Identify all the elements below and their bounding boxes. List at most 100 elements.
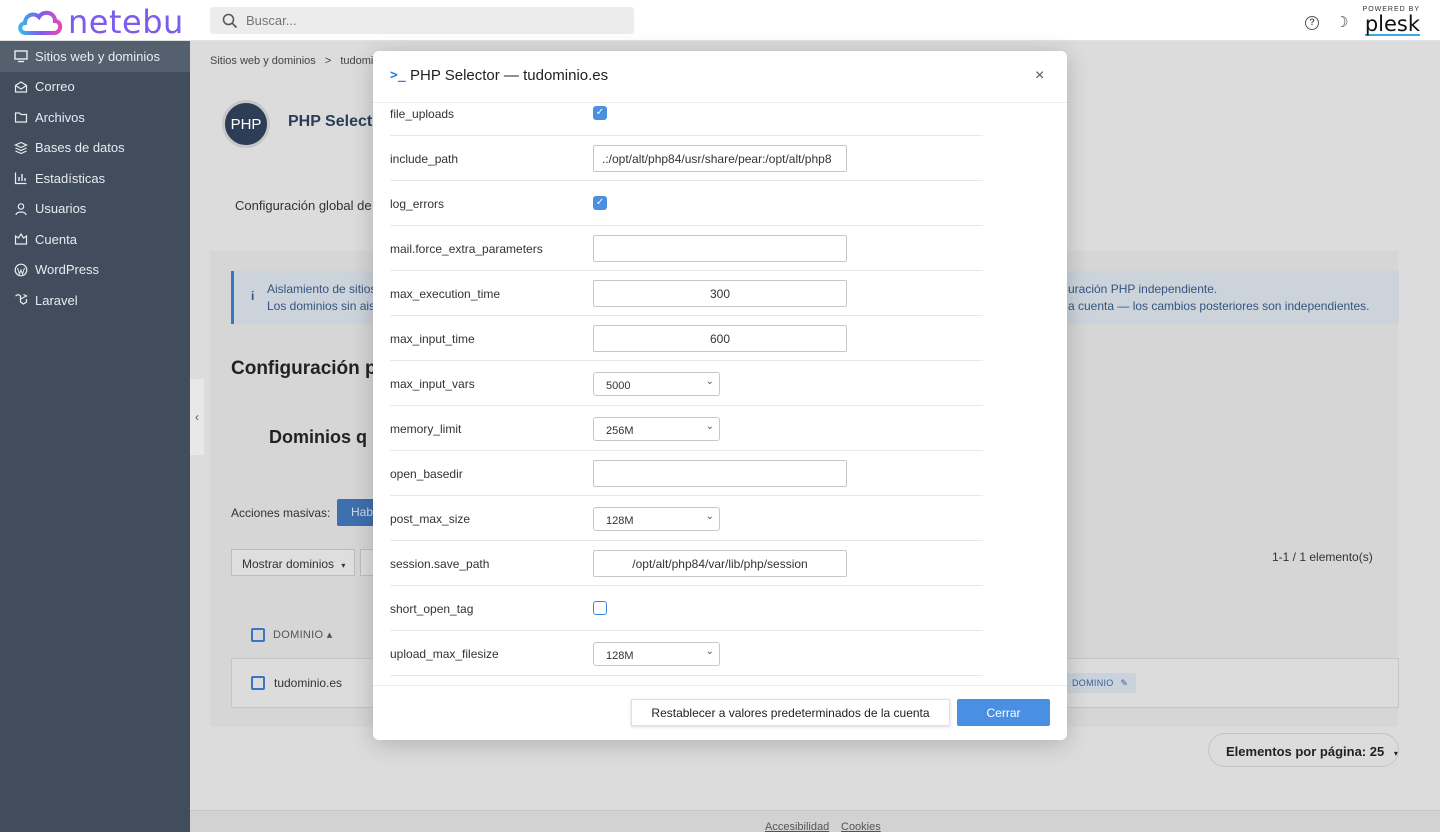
row-checkbox[interactable] — [251, 676, 265, 690]
alert-text: a cuenta — los cambios posteriores son i… — [1068, 299, 1370, 313]
close-button[interactable]: Cerrar — [957, 699, 1050, 726]
option-row-memory-limit: memory_limit 256M ⌄ — [390, 406, 983, 451]
option-label: max_execution_time — [390, 286, 501, 301]
filter-button[interactable] — [360, 549, 374, 576]
section-subtitle: Dominios q — [269, 427, 367, 447]
show-domains-label: Mostrar dominios — [242, 557, 335, 571]
domain-link[interactable]: DOMINIO ✎ — [1066, 673, 1137, 693]
max-execution-time-input[interactable]: 300 — [593, 280, 847, 307]
column-header-domain[interactable]: DOMINIO ▴ — [273, 628, 333, 641]
search-input[interactable] — [246, 13, 606, 28]
option-row-mail-force-extra-parameters: mail.force_extra_parameters — [390, 226, 983, 271]
option-label: session.save_path — [390, 556, 490, 571]
items-count: 1-1 / 1 elemento(s) — [1272, 550, 1373, 564]
sidebar-item-label: Bases de datos — [35, 140, 125, 156]
sidebar: Sitios web y dominios Correo Archivos Ba… — [0, 41, 190, 832]
alert-text: uración PHP independiente. — [1068, 282, 1218, 296]
mass-actions-label: Acciones masivas: — [231, 506, 331, 520]
chevron-down-icon: ⌄ — [705, 376, 714, 387]
monitor-icon — [14, 49, 28, 63]
alert-text: Los dominios sin aisl — [267, 299, 378, 313]
sidebar-item-label: Archivos — [35, 109, 85, 125]
plesk-logo: POWERED BY plesk — [1362, 6, 1420, 36]
chevron-down-icon: ▾ — [341, 561, 346, 570]
brand-logo[interactable]: netebu — [16, 6, 184, 38]
sidebar-item-users[interactable]: Usuarios — [0, 194, 190, 225]
sidebar-item-label: Laravel — [35, 292, 78, 308]
sidebar-item-databases[interactable]: Bases de datos — [0, 133, 190, 164]
chevron-left-icon: ‹ — [195, 410, 199, 424]
file-uploads-checkbox[interactable]: ✓ — [593, 106, 607, 120]
select-all-checkbox[interactable] — [251, 628, 265, 642]
mail-icon — [14, 80, 28, 94]
sidebar-item-label: Correo — [35, 79, 75, 95]
include-path-input[interactable]: .:/opt/alt/php84/usr/share/pear:/opt/alt… — [593, 145, 847, 172]
option-row-max-execution-time: max_execution_time 300 — [390, 271, 983, 316]
sidebar-item-label: Cuenta — [35, 231, 77, 247]
reset-defaults-button[interactable]: Restablecer a valores predeterminados de… — [631, 699, 950, 726]
sidebar-item-statistics[interactable]: Estadísticas — [0, 163, 190, 194]
short-open-tag-checkbox[interactable] — [593, 601, 607, 615]
sidebar-item-label: Usuarios — [35, 201, 87, 217]
modal-title: PHP Selector — tudominio.es — [410, 67, 609, 84]
mass-action-button[interactable]: Hab — [337, 499, 377, 526]
option-label: short_open_tag — [390, 601, 474, 616]
sidebar-item-websites[interactable]: Sitios web y dominios — [0, 41, 190, 72]
breadcrumb-separator: > — [324, 55, 332, 67]
sidebar-item-laravel[interactable]: Laravel — [0, 285, 190, 316]
option-row-post-max-size: post_max_size 128M ⌄ — [390, 496, 983, 541]
php-selector-modal: >_ PHP Selector — tudominio.es × file_up… — [373, 51, 1067, 740]
memory-limit-select[interactable]: 256M ⌄ — [593, 417, 720, 441]
option-label: max_input_vars — [390, 376, 475, 391]
laravel-icon — [14, 293, 28, 307]
option-row-session-save-path: session.save_path /opt/alt/php84/var/lib… — [390, 541, 983, 586]
cookies-link[interactable]: Cookies — [841, 821, 881, 832]
select-value: 128M — [606, 650, 634, 662]
row-domain[interactable]: tudominio.es — [274, 676, 342, 690]
max-input-vars-select[interactable]: 5000 ⌄ — [593, 372, 720, 396]
per-page-selector[interactable]: Elementos por página: 25 ▾ — [1208, 733, 1399, 767]
upload-max-filesize-select[interactable]: 128M ⌄ — [593, 642, 720, 666]
post-max-size-select[interactable]: 128M ⌄ — [593, 507, 720, 531]
option-row-open-basedir: open_basedir — [390, 451, 983, 496]
option-row-log-errors: log_errors ✓ — [390, 181, 983, 226]
log-errors-checkbox[interactable]: ✓ — [593, 196, 607, 210]
option-label: include_path — [390, 151, 459, 166]
mail-force-extra-parameters-input[interactable] — [593, 235, 847, 262]
sidebar-collapse-handle[interactable]: ‹ — [190, 379, 204, 455]
sidebar-item-wordpress[interactable]: WordPress — [0, 255, 190, 286]
cloud-logo-icon — [18, 10, 63, 35]
option-label: mail.force_extra_parameters — [390, 241, 543, 256]
open-basedir-input[interactable] — [593, 460, 847, 487]
user-icon — [14, 202, 28, 216]
per-page-label: Elementos por página: 25 — [1226, 744, 1385, 759]
alert-text: Aislamiento de sitios — [267, 282, 377, 296]
show-domains-button[interactable]: Mostrar dominios ▾ — [231, 549, 355, 576]
terminal-icon: >_ — [390, 68, 406, 83]
close-icon[interactable]: × — [1035, 67, 1044, 85]
option-label: open_basedir — [390, 466, 463, 481]
accessibility-link[interactable]: Accesibilidad — [765, 821, 829, 832]
option-row-max-input-time: max_input_time 600 — [390, 316, 983, 361]
select-value: 128M — [606, 515, 634, 527]
info-icon: i — [251, 289, 255, 303]
max-input-time-input[interactable]: 600 — [593, 325, 847, 352]
sidebar-item-label: Sitios web y dominios — [35, 48, 160, 64]
session-save-path-input[interactable]: /opt/alt/php84/var/lib/php/session — [593, 550, 847, 577]
page-footer: Accesibilidad Cookies — [190, 810, 1440, 832]
breadcrumb-link[interactable]: Sitios web y dominios — [210, 55, 316, 67]
section-title: Configuración p — [231, 358, 377, 379]
sidebar-item-account[interactable]: Cuenta — [0, 224, 190, 255]
option-row-include-path: include_path .:/opt/alt/php84/usr/share/… — [390, 136, 983, 181]
select-value: 256M — [606, 425, 634, 437]
chevron-down-icon: ▾ — [1393, 749, 1398, 758]
sidebar-item-label: Estadísticas — [35, 170, 106, 186]
modal-body[interactable]: file_uploads ✓ include_path .:/opt/alt/p… — [373, 103, 1067, 685]
help-icon[interactable]: ? — [1305, 16, 1320, 30]
dark-mode-icon[interactable]: ☽ — [1335, 13, 1348, 31]
page-title: PHP Select — [288, 113, 373, 130]
sidebar-item-mail[interactable]: Correo — [0, 72, 190, 103]
breadcrumb: Sitios web y dominios > tudomin — [210, 55, 379, 67]
sidebar-item-files[interactable]: Archivos — [0, 102, 190, 133]
search-box[interactable] — [210, 7, 634, 34]
